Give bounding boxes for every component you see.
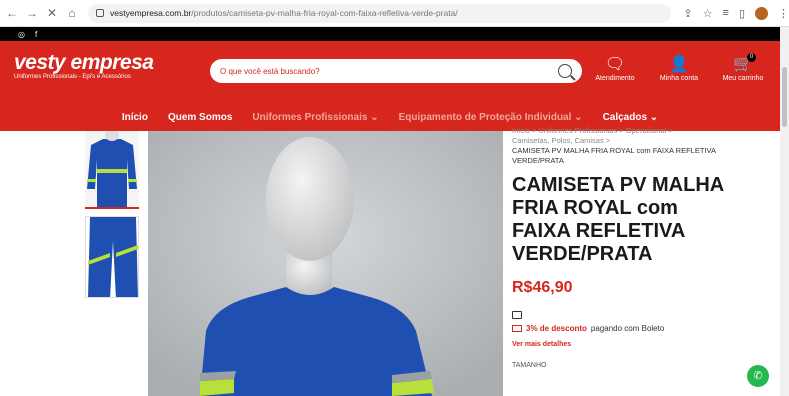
forward-icon[interactable]: → [26,6,38,20]
search-icon[interactable] [558,64,572,78]
social-strip: ◎ f [0,27,780,41]
thumbnail-pants[interactable] [85,216,139,298]
nav-item-inicio[interactable]: Início [122,112,148,123]
product-main-image[interactable] [148,131,503,396]
nav-item-epi[interactable]: Equipamento de Proteção Individual ⌄ [399,112,583,123]
page-scrollbar[interactable] [780,27,789,396]
service-button[interactable]: 🗨 Atendimento [592,55,638,82]
product-price: R$46,90 [512,279,573,296]
site-logo[interactable]: vesty empresa Uniformes Profissionais - … [14,51,154,80]
product-title: CAMISETA PV MALHA FRIA ROYAL com FAIXA R… [512,174,724,265]
whatsapp-button[interactable]: ✆ [747,365,769,387]
home-icon[interactable]: ⌂ [66,6,78,20]
star-icon[interactable]: ☆ [703,7,713,20]
share-icon[interactable]: ⇪ [683,7,692,20]
cart-count-badge: 0 [747,53,756,62]
size-label: TAMANHO [512,362,547,369]
chat-icon: 🗨 [604,56,626,73]
nav-item-quem-somos[interactable]: Quem Somos [168,112,232,123]
profile-avatar[interactable] [755,6,768,20]
lock-icon [96,9,104,17]
nav-item-calcados[interactable]: Calçados ⌄ [603,112,659,123]
site-header: vesty empresa Uniformes Profissionais - … [0,41,780,103]
cart-button[interactable]: 🛒 0 Meu carrinho [716,53,770,82]
back-icon[interactable]: ← [6,6,18,20]
menu-icon[interactable]: ⋮ [778,7,789,20]
user-icon: 👤 [669,56,689,73]
service-label: Atendimento [595,75,635,82]
cart-label: Meu carrinho [722,75,764,82]
nav-item-uniformes[interactable]: Uniformes Profissionais ⌄ [252,112,378,123]
discount-rest: pagando com Boleto [590,324,665,333]
breadcrumb: Início > Uniformes Profissionais > Opera… [512,126,732,166]
account-button[interactable]: 👤 Minha conta [654,55,704,82]
cart-icon: 🛒 0 [733,53,756,75]
url-path: /produtos/camiseta-pv-malha-fria-royal-c… [191,8,458,18]
product-info: Início > Uniformes Profissionais > Opera… [512,126,732,369]
discount-info: 3% de desconto pagando com Boleto [512,324,732,333]
address-bar[interactable]: vestyempresa.com.br/produtos/camiseta-pv… [88,3,672,23]
discount-strong: 3% de desconto [526,324,587,333]
sidebar-icon[interactable]: ▯ [739,7,745,20]
scrollbar-thumb[interactable] [782,67,787,127]
account-label: Minha conta [659,75,699,82]
facebook-icon[interactable]: f [35,30,37,39]
close-icon[interactable]: ✕ [46,6,58,20]
browser-toolbar: ← → ✕ ⌂ vestyempresa.com.br/produtos/cam… [0,0,789,27]
boleto-icon [512,325,522,332]
reading-list-icon[interactable]: ≡ [723,7,729,19]
breadcrumb-path-2[interactable]: Camisetas, Polos, Camisas > [512,136,732,146]
url-host: vestyempresa.com.br [110,8,192,18]
search-placeholder: O que você está buscando? [220,66,320,76]
thumbnail-shirt[interactable] [85,131,139,209]
breadcrumb-path-1[interactable]: Início > Uniformes Profissionais > Opera… [512,126,732,136]
search-input[interactable]: O que você está buscando? [210,59,582,83]
breadcrumb-current: CAMISETA PV MALHA FRIA ROYAL com FAIXA R… [512,146,716,165]
more-details-link[interactable]: Ver mais detalhes [512,341,732,348]
credit-card-icon [512,311,522,319]
instagram-icon[interactable]: ◎ [18,30,25,39]
logo-text: vesty empresa [14,51,154,74]
